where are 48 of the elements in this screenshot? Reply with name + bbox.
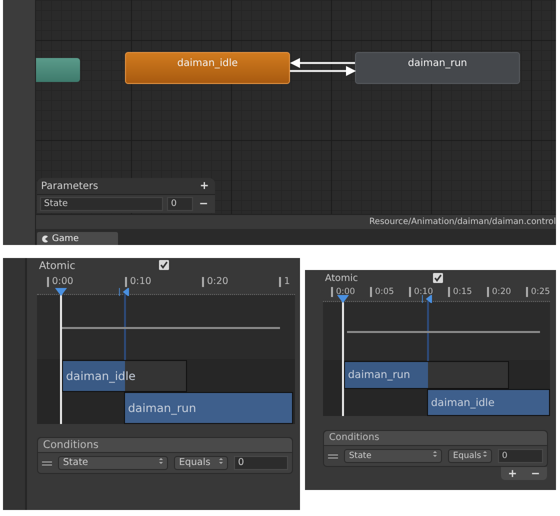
game-icon [41, 234, 49, 242]
asset-path: Resource/Animation/daiman/daiman.control [36, 214, 556, 229]
atomic-checkbox[interactable] [433, 273, 443, 283]
mode-dropdown[interactable]: Equals [448, 449, 492, 463]
parameter-dropdown[interactable]: State [344, 449, 442, 463]
parameter-dropdown[interactable]: State [58, 456, 168, 470]
state-node[interactable]: daiman_run [355, 52, 520, 84]
atomic-checkbox[interactable] [159, 260, 169, 270]
panel-title: Parameters [41, 180, 98, 192]
value-field[interactable]: 0 [234, 456, 288, 470]
time-label: 0:20 [202, 277, 228, 287]
atomic-label: Atomic [39, 260, 76, 272]
clip-bar[interactable]: daiman_run [124, 392, 293, 424]
add-button[interactable]: + [501, 467, 524, 480]
up-down-arrows-icon [483, 450, 487, 458]
time-label: 1 [279, 277, 290, 287]
parameter-value-field[interactable]: 0 [167, 197, 193, 211]
remove-button[interactable]: − [524, 467, 547, 480]
time-label: 0:20 [487, 287, 512, 297]
playhead-icon[interactable] [337, 295, 349, 303]
transition-arrow[interactable] [290, 58, 355, 68]
atomic-label: Atomic [325, 273, 358, 284]
panel-title: Conditions [38, 438, 292, 453]
time-label: 0:05 [370, 287, 394, 297]
up-down-arrows-icon [159, 457, 163, 465]
clip-bar[interactable]: daiman_idle [427, 389, 550, 416]
value-field[interactable]: 0 [498, 449, 543, 463]
panel-title: Conditions [324, 431, 547, 446]
add-button[interactable]: + [198, 180, 211, 192]
up-down-arrows-icon [219, 457, 223, 465]
mode-dropdown[interactable]: Equals [174, 456, 228, 470]
transition-arrow[interactable] [290, 66, 356, 76]
drag-handle-icon[interactable] [42, 460, 52, 466]
transition-timeline[interactable]: 0:00 0:05 0:10 0:15 0:20 0:25 daiman_run daiman_idle [323, 286, 550, 416]
state-node[interactable]: daiman_idle [125, 52, 290, 84]
playhead-icon[interactable] [55, 288, 67, 296]
parameter-name-field[interactable]: State [40, 197, 163, 211]
transition-marker-icon[interactable] [422, 295, 432, 303]
clip-bar[interactable]: daiman_run [344, 361, 509, 389]
time-label: 0:25 [526, 287, 550, 297]
drag-handle-icon[interactable] [328, 454, 338, 458]
transition-marker-icon[interactable] [119, 288, 129, 296]
time-label: 0:10 [125, 277, 152, 287]
tab[interactable]: Game [37, 232, 118, 245]
remove-button[interactable]: − [197, 198, 210, 210]
up-down-arrows-icon [433, 450, 437, 458]
entry-node[interactable] [36, 58, 80, 82]
time-label: 0:15 [448, 287, 472, 297]
